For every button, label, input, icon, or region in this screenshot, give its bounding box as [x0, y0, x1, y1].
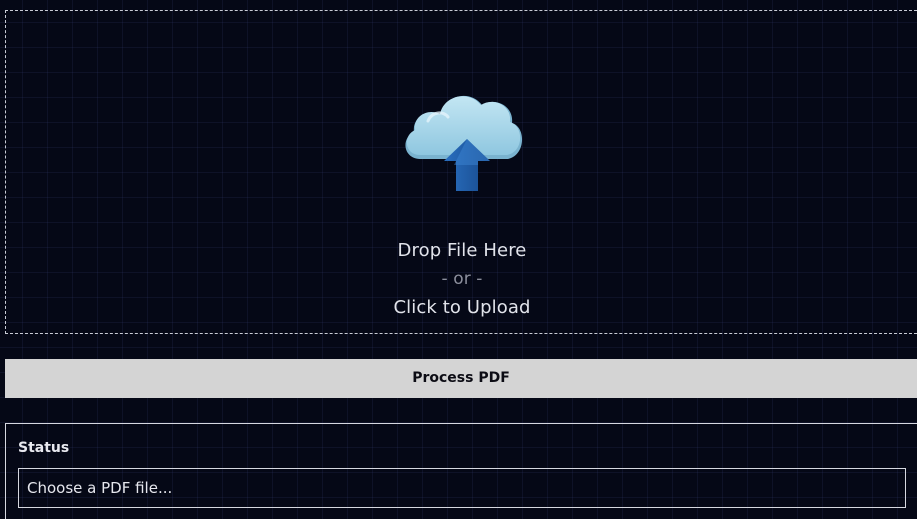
- status-field[interactable]: [18, 468, 906, 508]
- status-panel: Status: [5, 423, 917, 519]
- click-to-upload-label[interactable]: Click to Upload: [6, 297, 917, 318]
- process-pdf-button[interactable]: Process PDF: [5, 359, 917, 398]
- or-separator: - or -: [441, 269, 483, 289]
- file-dropzone[interactable]: Drop File Here - or - Click to Upload: [5, 10, 917, 334]
- status-label: Status: [18, 440, 70, 456]
- cloud-upload-icon: [405, 95, 523, 191]
- drop-file-label: Drop File Here: [397, 240, 527, 261]
